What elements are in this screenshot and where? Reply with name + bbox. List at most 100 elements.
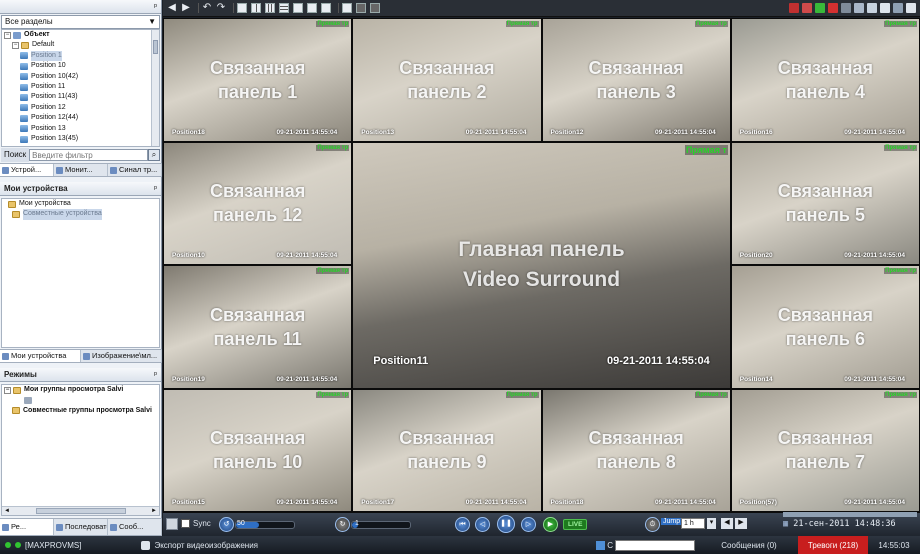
tree-node-my-devices[interactable]: Мои устройства	[2, 199, 159, 209]
tab-sequence[interactable]: Последовате...	[54, 519, 108, 535]
fullscreen-icon[interactable]	[356, 3, 366, 13]
tree-node[interactable]: Position 12(44)	[2, 113, 159, 123]
tree-node[interactable]: Position 13(45)	[2, 134, 159, 144]
tab-signal[interactable]: Синал тр...	[108, 164, 162, 176]
forward-icon[interactable]: ▶	[181, 3, 191, 13]
snapshot-icon[interactable]	[370, 3, 380, 13]
tree-node-label: Position 12	[31, 103, 66, 111]
linked-panel-4[interactable]: Связанная панель 4 Position16 09-21-2011 14…	[730, 18, 920, 142]
step-dial-icon[interactable]: ↻	[335, 517, 350, 532]
step-back-icon[interactable]: ◁	[475, 517, 490, 532]
help-icon[interactable]	[906, 3, 916, 13]
linked-panel-10[interactable]: Связанная панель 9 Position17 09-21-2011 14…	[352, 388, 542, 512]
pause-icon[interactable]: ❚❚	[497, 515, 515, 533]
chevron-down-icon[interactable]: ▾	[707, 518, 716, 529]
messages-button[interactable]: Сообщения (0)	[700, 536, 798, 554]
tree-node[interactable]: Position 13	[2, 124, 159, 134]
tree-node-my-groups[interactable]: − Мои группы просмотра Salvi	[2, 385, 159, 395]
sync-checkbox[interactable]	[181, 519, 190, 528]
tab-monitors[interactable]: Монит...	[54, 164, 108, 176]
tree-node-shared-groups[interactable]: Совместные группы просмотра Salvi	[2, 406, 159, 416]
tabs-top: Устрой... Монит... Синал тр...	[0, 163, 162, 177]
record-icon[interactable]	[828, 3, 838, 13]
tab-messages[interactable]: Сооб...	[108, 519, 162, 535]
alarms-button[interactable]: Тревоги (218)	[798, 536, 868, 554]
jump-select[interactable]: 1 h	[681, 518, 705, 529]
linked-panel-5[interactable]: Связанная панель 12 Position10 09-21-2011 1…	[163, 141, 353, 265]
section-select[interactable]: Все разделы ▼	[1, 15, 160, 29]
play-forward-icon[interactable]: ▶	[543, 517, 558, 532]
back-icon[interactable]: ◀	[167, 3, 177, 13]
timeline-ticks	[783, 512, 917, 517]
tab-images[interactable]: Изображение\мл...	[81, 350, 162, 362]
skip-back-icon[interactable]: ⏮	[455, 517, 470, 532]
linked-panel-12[interactable]: Связанная панель 7 Position(57) 09-21-2011 …	[730, 388, 920, 512]
linked-panel-1[interactable]: Связанная панель 1 Position18 09-21-2011 14…	[163, 18, 353, 142]
jump-dial-icon[interactable]: ⏱	[645, 517, 660, 532]
tree-node[interactable]: Position 10	[2, 61, 159, 71]
modes-hscrollbar[interactable]: ◄ ►	[2, 506, 159, 515]
layout-toolbar: ◀ ▶ ↶ ↷	[163, 0, 920, 17]
panel-toggle-icon[interactable]	[166, 518, 178, 530]
mail-icon[interactable]	[867, 3, 877, 13]
layout-surround-icon[interactable]	[293, 3, 303, 13]
tree-node[interactable]: − Объект	[2, 30, 159, 40]
event-icon[interactable]	[802, 3, 812, 13]
linked-panel-8[interactable]: Связанная панель 6 Position14 09-21-2011 14…	[730, 265, 920, 389]
tab-my-devices[interactable]: Мои устройства	[0, 350, 81, 362]
tree-scrollbar[interactable]	[151, 30, 159, 146]
tree-node[interactable]: Position 1	[2, 50, 159, 62]
linked-panel-6[interactable]: Связанная панель 5 Position20 09-21-2011 14…	[730, 141, 920, 265]
layout-custom-icon[interactable]	[321, 3, 331, 13]
layout-wide-icon[interactable]	[307, 3, 317, 13]
user-icon[interactable]	[854, 3, 864, 13]
jump-back-icon[interactable]: ◀	[721, 518, 733, 529]
step-forward-icon[interactable]: ▷	[521, 517, 536, 532]
panel-caption: Связанная панель 11	[209, 304, 306, 349]
pin-icon[interactable]: ᵖ	[154, 368, 157, 382]
settings-icon[interactable]	[841, 3, 851, 13]
jump-forward-icon[interactable]: ▶	[735, 518, 747, 529]
tab-modes[interactable]: Ре...	[0, 519, 54, 535]
alarm-icon[interactable]	[789, 3, 799, 13]
live-button[interactable]: LIVE	[563, 519, 588, 530]
pin-icon[interactable]: ᵖ	[154, 0, 157, 14]
camera-position: Position20	[739, 252, 773, 259]
tree-node[interactable]: Position 12	[2, 103, 159, 113]
search-icon[interactable]: ⌕	[148, 149, 160, 161]
document-icon[interactable]	[880, 3, 890, 13]
tree-node[interactable]: Position 10(42)	[2, 72, 159, 82]
speed-value: 50	[237, 520, 245, 527]
network-icon[interactable]	[893, 3, 903, 13]
tree-node[interactable]: Position 11	[2, 82, 159, 92]
tree-node-group-grid[interactable]	[2, 395, 159, 405]
tree-node-shared-devices[interactable]: Совместные устройства	[2, 209, 159, 220]
layout-1x1-icon[interactable]	[237, 3, 247, 13]
redo-icon[interactable]: ↷	[216, 3, 226, 13]
play-icon[interactable]	[815, 3, 825, 13]
undo-icon[interactable]: ↶	[202, 3, 212, 13]
panel-caption: Связанная панель 7	[777, 428, 874, 473]
linked-panel-3[interactable]: Связанная панель 3 Position12 09-21-2011 14…	[541, 18, 731, 142]
search-input[interactable]	[29, 149, 148, 161]
linked-panel-7[interactable]: Связанная панель 11 Position19 09-21-2011 1…	[163, 265, 353, 389]
expand-icon[interactable]: −	[4, 31, 11, 39]
tree-node[interactable]: − Default	[2, 40, 159, 50]
layout-2x2-icon[interactable]	[251, 3, 261, 13]
main-panel[interactable]: Главная панель Video Surround Position11 09…	[352, 141, 731, 389]
tab-devices[interactable]: Устрой...	[0, 164, 54, 176]
pin-icon[interactable]: ᵖ	[154, 182, 157, 196]
step-slider[interactable]	[351, 521, 411, 529]
layout-4x4-icon[interactable]	[279, 3, 289, 13]
expand-icon[interactable]: −	[12, 42, 19, 50]
layout-3x3-icon[interactable]	[265, 3, 275, 13]
tree-node[interactable]: Position 11(43)	[2, 92, 159, 102]
export-task[interactable]: Экспорт видеоизображения	[136, 536, 263, 554]
linked-panel-2[interactable]: Связанная панель 2 Position13 09-21-2011 14…	[352, 18, 542, 142]
speed-dial-icon[interactable]: ↺	[219, 517, 234, 532]
calendar-icon[interactable]: ▦	[783, 519, 788, 529]
layout-grid-icon[interactable]	[342, 3, 352, 13]
linked-panel-11[interactable]: Связанная панель 8 Position18 09-21-2011 14…	[541, 388, 731, 512]
linked-panel-9[interactable]: Связанная панель 10 Position15 09-21-2011 1…	[163, 388, 353, 512]
command-input[interactable]	[615, 539, 695, 551]
